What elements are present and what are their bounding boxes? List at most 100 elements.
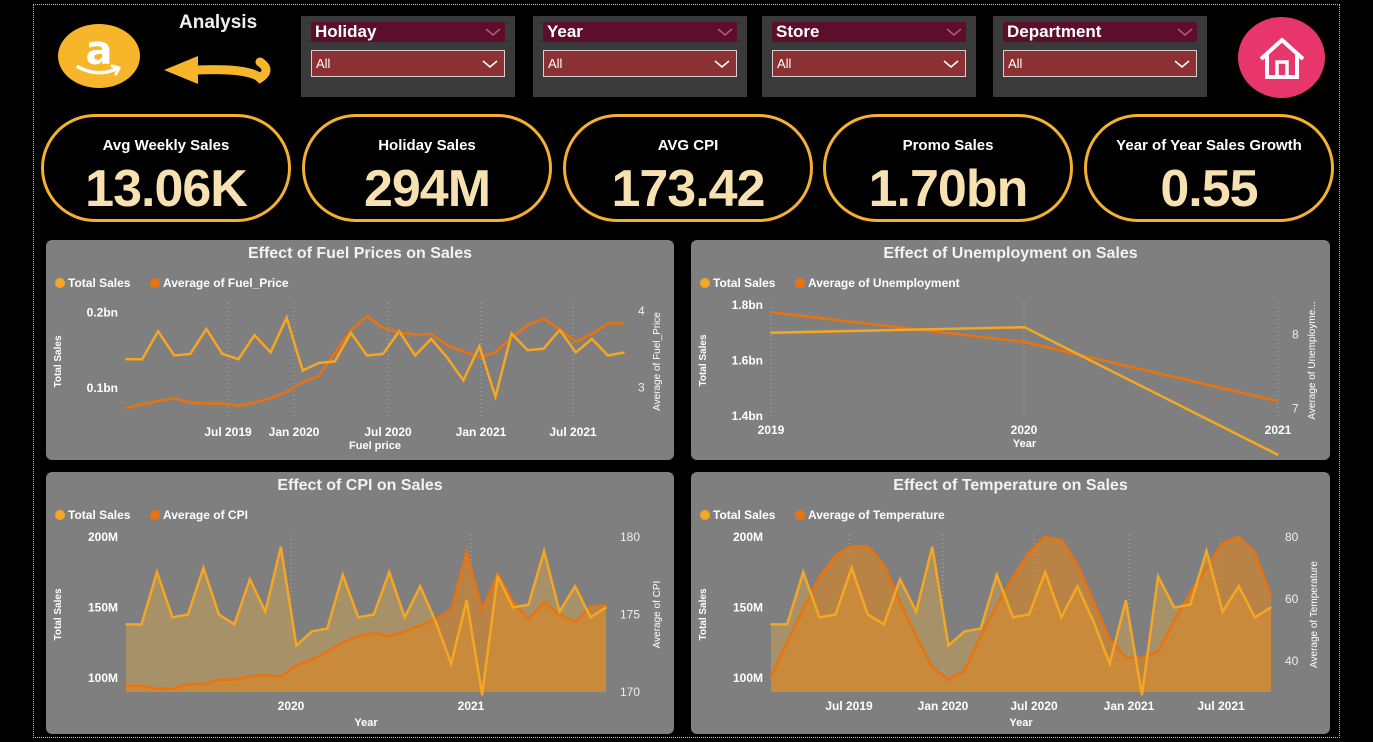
data-point-secondary (770, 675, 772, 678)
data-point-secondary (317, 375, 320, 377)
slicer-year-dropdown[interactable]: All (543, 50, 737, 77)
kpi-card-holiday-sales: Holiday Sales 294M (302, 114, 552, 222)
data-point-total-sales (253, 334, 256, 336)
data-point-total-sales (465, 599, 468, 602)
slicer-year-value: All (548, 56, 563, 71)
home-button[interactable] (1238, 17, 1325, 98)
data-point-secondary (398, 331, 400, 334)
series-line-secondary (125, 314, 624, 410)
data-point-secondary (249, 675, 251, 678)
data-point-total-sales (403, 616, 406, 619)
legend-marker-total-sales (55, 510, 65, 520)
data-point-total-sales (1060, 616, 1063, 619)
data-point-total-sales (1189, 603, 1192, 606)
kpi-label: Promo Sales (902, 137, 994, 154)
x-tick-label: 2020 (1011, 423, 1038, 437)
data-point-secondary (1157, 650, 1159, 653)
slicer-department-dropdown[interactable]: All (1003, 50, 1197, 77)
slicer-holiday-dropdown[interactable]: All (311, 50, 505, 77)
legend-label: Average of CPI (163, 508, 248, 522)
data-point-total-sales (141, 358, 143, 361)
data-point-secondary (512, 601, 514, 603)
data-point-secondary (326, 650, 329, 653)
data-point-total-sales (334, 360, 336, 363)
x-axis-label: Year (1009, 717, 1033, 729)
back-arrow-icon[interactable] (160, 50, 280, 90)
data-point-total-sales (494, 396, 497, 398)
data-point-total-sales (979, 627, 982, 630)
data-point-secondary (591, 333, 593, 335)
chevron-down-icon[interactable] (485, 27, 501, 37)
data-point-total-sales (481, 694, 483, 696)
legend-marker-total-sales (700, 278, 710, 288)
legend-label: Average of Unemployment (808, 276, 960, 290)
data-point-secondary (575, 340, 577, 343)
y-tick-label: 200M (88, 530, 118, 544)
x-tick-label: Jul 2021 (549, 425, 597, 439)
data-point-total-sales (156, 571, 158, 574)
data-point-secondary (301, 381, 304, 383)
data-point-secondary (173, 397, 175, 399)
data-point-secondary (574, 621, 576, 624)
data-point-total-sales (1092, 620, 1095, 623)
data-point-total-sales (478, 345, 481, 348)
data-point-secondary (496, 573, 499, 575)
slicer-holiday-title: Holiday (315, 22, 377, 41)
y2-tick-label: 40 (1285, 654, 1299, 668)
chart-temperature: Total Sales Average of Temperature 100M 150… (698, 508, 1320, 729)
data-point-secondary (1076, 564, 1079, 566)
chart-panel-unemployment[interactable]: Effect of Unemployment on Sales Total Sa… (691, 240, 1330, 460)
data-point-secondary (996, 604, 998, 606)
data-point-total-sales (996, 574, 998, 576)
y-axis-label: Total Sales (698, 588, 709, 640)
data-point-total-sales (187, 613, 189, 616)
kpi-value: 1.70bn (868, 160, 1029, 218)
data-point-secondary (218, 678, 220, 681)
y2-tick-label: 60 (1285, 592, 1299, 606)
chart-panel-cpi[interactable]: Effect of CPI on Sales Total Sales Averag… (46, 472, 674, 734)
data-point-total-sales (173, 354, 175, 357)
y-axis-label: Total Sales (53, 588, 64, 640)
chevron-down-icon[interactable] (946, 27, 962, 37)
slicer-store-dropdown[interactable]: All (772, 50, 966, 77)
chevron-down-icon[interactable] (1177, 27, 1193, 37)
data-point-total-sales (221, 353, 224, 355)
data-point-secondary (414, 333, 416, 336)
y-tick-label: 200M (733, 530, 763, 544)
data-point-total-sales (512, 606, 514, 609)
legend-marker-secondary (150, 278, 160, 288)
y2-axis-label: Average of Temperature (1309, 561, 1320, 668)
data-point-secondary (430, 333, 433, 335)
y-tick-label: 150M (88, 600, 118, 614)
data-point-total-sales (607, 354, 609, 357)
data-point-secondary (915, 635, 917, 637)
chart-panel-temperature[interactable]: Effect of Temperature on Sales Total Sal… (691, 472, 1330, 734)
y2-axis-label: Average of CPI (652, 581, 663, 649)
data-point-secondary (1141, 657, 1143, 659)
chevron-down-icon (943, 59, 959, 68)
chevron-down-icon[interactable] (717, 27, 733, 37)
data-point-total-sales (301, 369, 304, 372)
y2-tick-label: 180 (620, 530, 640, 544)
data-point-secondary (465, 551, 468, 554)
data-point-total-sales (770, 331, 772, 334)
data-point-secondary (388, 635, 391, 637)
kpi-label: Avg Weekly Sales (102, 137, 230, 154)
x-tick-label: Jan 2021 (456, 425, 507, 439)
chart-panel-fuel-price[interactable]: Effect of Fuel Prices on Sales Total Sal… (46, 240, 674, 460)
y-tick-label: 0.1bn (87, 381, 118, 395)
data-point-total-sales (1028, 613, 1030, 616)
data-point-total-sales (125, 623, 127, 626)
data-point-total-sales (205, 328, 208, 330)
data-point-secondary (157, 400, 159, 403)
data-point-total-sales (510, 332, 513, 335)
data-point-secondary (280, 675, 282, 678)
data-point-secondary (770, 311, 772, 314)
kpi-label: AVG CPI (657, 137, 719, 154)
data-point-secondary (264, 674, 267, 676)
data-point-total-sales (1157, 575, 1159, 578)
data-point-total-sales (280, 546, 282, 548)
data-point-secondary (494, 351, 497, 354)
kpi-value: 294M (363, 160, 491, 218)
data-point-secondary (589, 605, 592, 608)
